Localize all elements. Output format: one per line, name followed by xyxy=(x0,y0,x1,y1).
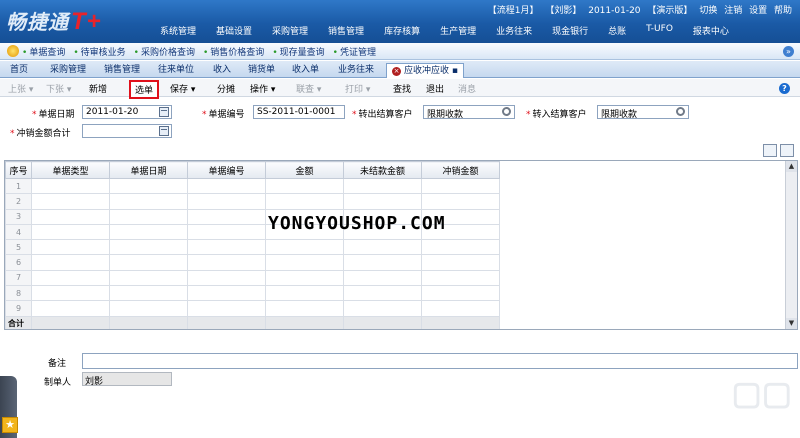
tab-income-bill[interactable]: 收入单 xyxy=(292,63,319,78)
tab-sales-bill[interactable]: 销货单 xyxy=(248,63,275,78)
tab-income[interactable]: 收入 xyxy=(213,63,231,78)
top-banner: 畅捷通T+ 【流程1月】 【刘影】 2011-01-20 【演示版】 切换 注销… xyxy=(0,0,800,43)
menu-ufo[interactable]: T-UFO xyxy=(636,24,683,37)
quick-link-doc-query[interactable]: 单据查询 xyxy=(22,45,65,58)
menu-business[interactable]: 业务往来 xyxy=(486,24,542,37)
date-label: 2011-01-20 xyxy=(588,6,641,16)
prev-button[interactable]: 上张 ▾ xyxy=(8,82,33,95)
linked-query-button[interactable]: 联查 ▾ xyxy=(296,82,321,95)
quick-link-pending[interactable]: 待审核业务 xyxy=(73,45,126,58)
col-header[interactable]: 金额 xyxy=(265,161,344,179)
remark-field[interactable] xyxy=(82,353,798,369)
calculator-icon[interactable] xyxy=(159,126,169,136)
menu-system[interactable]: 系统管理 xyxy=(150,24,206,37)
close-tab-icon[interactable]: × xyxy=(392,67,401,76)
menu-cash[interactable]: 现金银行 xyxy=(542,24,598,37)
doc-no-label: * 单据编号 xyxy=(202,110,245,120)
col-header[interactable]: 单据编号 xyxy=(187,161,266,179)
operate-button[interactable]: 操作 ▾ xyxy=(250,82,275,95)
menu-sales[interactable]: 销售管理 xyxy=(318,24,374,37)
menu-inventory[interactable]: 库存核算 xyxy=(374,24,430,37)
tab-bar: 首页 采购管理 销售管理 往来单位 收入 销货单 收入单 业务往来 × 应收冲应收… xyxy=(0,61,800,78)
main-menu: 系统管理 基础设置 采购管理 销售管理 库存核算 生产管理 业务往来 现金银行 … xyxy=(150,24,739,37)
switch-link[interactable]: 切换 xyxy=(699,6,717,16)
tab-sales[interactable]: 销售管理 xyxy=(104,63,140,78)
quick-bar-icon xyxy=(7,45,19,57)
watermark-text: YONGYOUSHOP.COM xyxy=(268,213,446,234)
remark-label: 备注 xyxy=(48,359,67,369)
quick-link-stock[interactable]: 现存量查询 xyxy=(272,45,325,58)
period-label: 【流程1月】 xyxy=(487,6,539,16)
tab-purchase[interactable]: 采购管理 xyxy=(50,63,86,78)
ufo-logo-watermark: ▢▢ xyxy=(731,375,792,411)
out-customer-label: * 转出结算客户 xyxy=(352,110,413,120)
in-customer-label: * 转入结算客户 xyxy=(526,110,587,120)
calendar-icon[interactable] xyxy=(159,107,169,117)
col-header[interactable]: 冲销金额 xyxy=(421,161,500,179)
menu-purchase[interactable]: 采购管理 xyxy=(262,24,318,37)
col-header[interactable]: 序号 xyxy=(5,161,32,179)
search-icon[interactable] xyxy=(676,107,685,116)
table-row: 6 xyxy=(5,254,500,271)
logout-link[interactable]: 注销 xyxy=(724,6,742,16)
maker-field: 刘影 xyxy=(82,372,172,387)
new-button[interactable]: 新增 xyxy=(89,82,107,95)
print-button[interactable]: 打印 ▾ xyxy=(345,82,370,95)
quick-link-voucher[interactable]: 凭证管理 xyxy=(333,45,376,58)
exit-button[interactable]: 退出 xyxy=(426,82,444,95)
doc-date-label: * 单据日期 xyxy=(32,110,75,120)
quick-link-purchase-price[interactable]: 采购价格查询 xyxy=(134,45,195,58)
table-row: 9 xyxy=(5,300,500,317)
quick-link-sales-price[interactable]: 销售价格查询 xyxy=(203,45,264,58)
select-bill-button[interactable]: 选单 xyxy=(129,80,160,99)
detail-grid: 序号 单据类型 单据日期 单据编号 金额 未结款金额 冲销金额 1 2 3 4 … xyxy=(4,160,798,330)
help-link[interactable]: 帮助 xyxy=(774,6,792,16)
settings-link[interactable]: 设置 xyxy=(749,6,767,16)
tab-home[interactable]: 首页 xyxy=(10,63,28,78)
tab-ar-offset[interactable]: × 应收冲应收 ▪ xyxy=(386,63,464,78)
col-header[interactable]: 未结款金额 xyxy=(343,161,422,179)
save-button[interactable]: 保存 ▾ xyxy=(170,82,195,95)
quick-bar: 单据查询 待审核业务 采购价格查询 销售价格查询 现存量查询 凭证管理 » xyxy=(0,43,800,60)
help-icon[interactable]: ? xyxy=(779,83,790,94)
table-row: 5 xyxy=(5,239,500,256)
user-label: 【刘影】 xyxy=(545,6,582,16)
copy-row-icon[interactable] xyxy=(763,144,777,157)
quick-bar-scroll-icon[interactable]: » xyxy=(783,46,794,57)
scroll-down-icon[interactable]: ▼ xyxy=(786,318,797,329)
edition-label: 【演示版】 xyxy=(647,6,693,16)
grid-scrollbar[interactable]: ▲ ▼ xyxy=(785,161,797,329)
table-row: 7 xyxy=(5,269,500,287)
search-icon[interactable] xyxy=(502,107,511,116)
find-button[interactable]: 查找 xyxy=(393,82,411,95)
tab-partners[interactable]: 往来单位 xyxy=(158,63,194,78)
total-row: 合计 xyxy=(5,315,500,329)
tab-business[interactable]: 业务往来 xyxy=(338,63,374,78)
menu-production[interactable]: 生产管理 xyxy=(430,24,486,37)
toolbar: 上张 ▾ 下张 ▾ 新增 选单 保存 ▾ 分摊 操作 ▾ 联查 ▾ 打印 ▾ 查… xyxy=(0,79,800,99)
app-logo: 畅捷通T+ xyxy=(6,8,102,35)
next-button[interactable]: 下张 ▾ xyxy=(46,82,71,95)
scroll-up-icon[interactable]: ▲ xyxy=(786,161,797,172)
menu-basic[interactable]: 基础设置 xyxy=(206,24,262,37)
export-icon[interactable] xyxy=(780,144,794,157)
split-button[interactable]: 分摊 xyxy=(217,82,235,95)
maker-label: 制单人 xyxy=(44,378,72,388)
table-row: 8 xyxy=(5,285,500,302)
col-header[interactable]: 单据日期 xyxy=(109,161,188,179)
menu-reports[interactable]: 报表中心 xyxy=(683,24,739,37)
favorite-star-icon[interactable]: ★ xyxy=(2,417,18,433)
menu-ledger[interactable]: 总账 xyxy=(598,24,636,37)
table-row: 1 xyxy=(5,177,500,195)
message-button[interactable]: 消息 xyxy=(458,82,476,95)
doc-no-field[interactable]: SS-2011-01-0001 xyxy=(253,105,345,119)
offset-total-label: * 冲销金额合计 xyxy=(10,129,71,139)
total-label: 合计 xyxy=(5,315,32,329)
grid-tools xyxy=(763,144,794,157)
table-row: 2 xyxy=(5,193,500,210)
col-header[interactable]: 单据类型 xyxy=(31,161,110,179)
status-bar: 【流程1月】 【刘影】 2011-01-20 【演示版】 切换 注销 设置 帮助 xyxy=(484,3,792,16)
